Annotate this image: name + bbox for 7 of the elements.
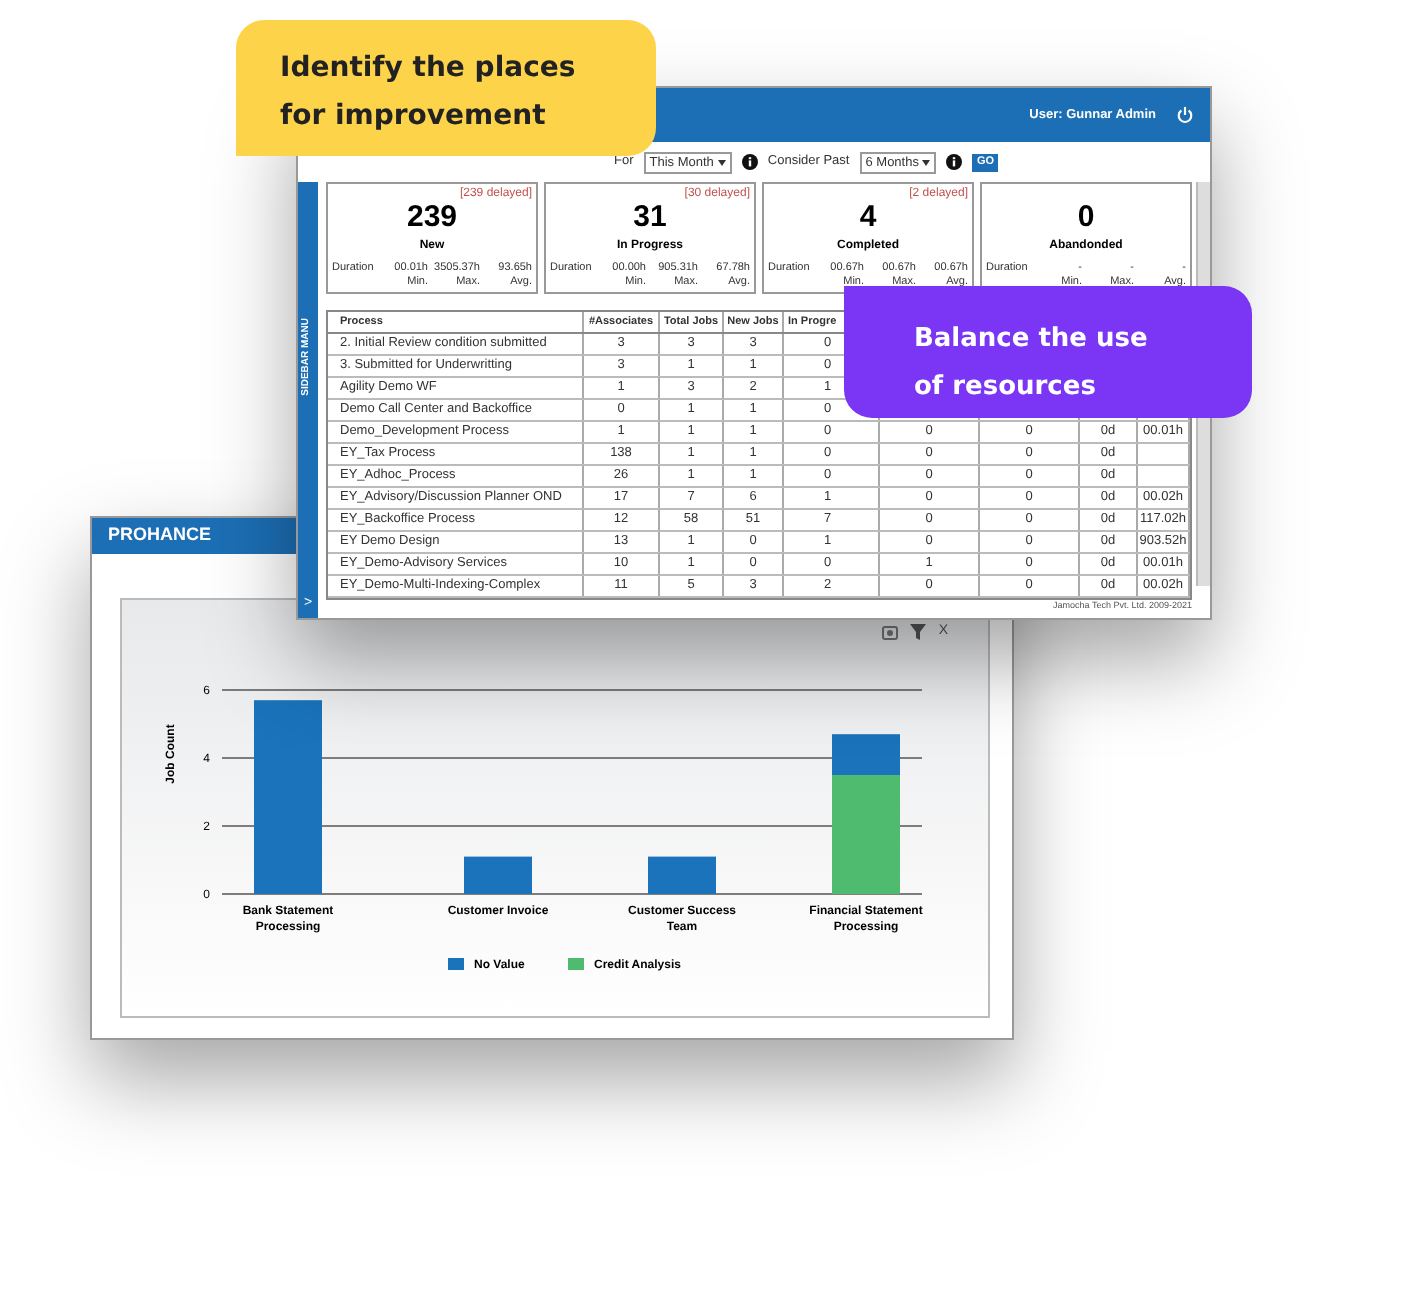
status-count: 4: [859, 202, 877, 234]
callout-text: Identify the places for improvement: [280, 52, 576, 132]
brand-logo: PROHANCE: [108, 522, 212, 549]
status-count: 31: [633, 202, 667, 234]
status-count: 239: [406, 202, 458, 234]
callout-text: Balance the use of resources: [914, 324, 1148, 402]
status-count: 0: [1077, 202, 1095, 234]
